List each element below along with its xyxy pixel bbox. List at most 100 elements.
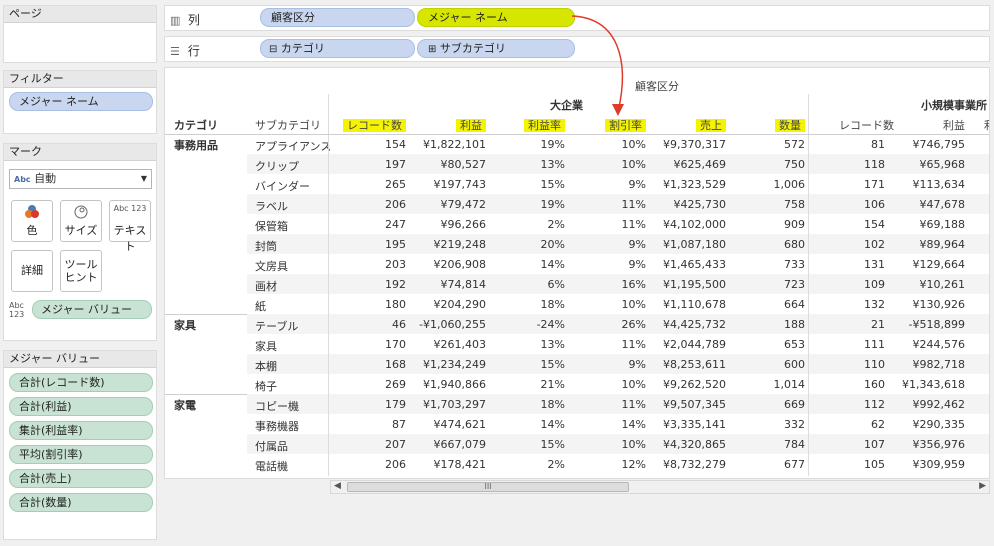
table-cell: ¥4,102,000 <box>663 218 726 231</box>
table-cell: 26% <box>621 318 646 331</box>
table-cell: 168 <box>385 358 406 371</box>
measure-header[interactable]: 利益 <box>456 117 486 133</box>
table-cell: 154 <box>385 138 406 151</box>
table-cell: ¥80,527 <box>440 158 487 171</box>
table-cell: ¥1,110,678 <box>663 298 726 311</box>
measure-header[interactable]: 数量 <box>775 117 805 133</box>
table-cell: 669 <box>784 398 805 411</box>
table-cell: 16% <box>621 278 646 291</box>
measure-pill[interactable]: 平均(割引率) <box>9 445 153 464</box>
table-cell: ¥8,732,279 <box>663 458 726 471</box>
column-pill-customer-segment[interactable]: 顧客区分 <box>260 8 415 27</box>
measure-header-label: 利益 <box>456 119 486 132</box>
table-cell: 10% <box>621 298 646 311</box>
table-cell: ¥667,079 <box>433 438 487 451</box>
table-cell: ¥113,634 <box>912 178 966 191</box>
text-icon: Abc 123 <box>113 204 147 213</box>
table-cell: 677 <box>784 458 805 471</box>
measure-pill[interactable]: 合計(レコード数) <box>9 373 153 392</box>
category-label: 事務用品 <box>174 139 218 152</box>
detail-button[interactable]: 詳細 <box>11 250 53 292</box>
table-cell: 18% <box>540 298 565 311</box>
measure-header[interactable]: 利 <box>949 117 989 133</box>
table-cell: 195 <box>385 238 406 251</box>
table-cell: 188 <box>784 318 805 331</box>
subcategory-label: 画材 <box>255 280 277 293</box>
subcategory-label: 事務機器 <box>255 420 299 433</box>
measure-pill[interactable]: 合計(売上) <box>9 469 153 488</box>
columns-label: 列 <box>187 13 200 27</box>
table-cell: 14% <box>540 258 565 271</box>
table-cell: ¥9,507,345 <box>663 398 726 411</box>
table-cell: 332 <box>784 418 805 431</box>
subcategory-label: 本棚 <box>255 360 277 373</box>
measure-header-label: 数量 <box>775 119 805 132</box>
table-cell: 664 <box>784 298 805 311</box>
table-cell: 13% <box>540 338 565 351</box>
scroll-right-arrow-icon[interactable]: ▶ <box>979 481 986 491</box>
table-cell: ¥129,664 <box>912 258 966 271</box>
table-cell: ¥219,248 <box>433 238 487 251</box>
filters-card: フィルター メジャー ネーム <box>3 70 157 134</box>
table-cell: ¥982,718 <box>912 358 966 371</box>
columns-shelf[interactable]: ▥ 列 顧客区分 メジャー ネーム <box>164 5 990 31</box>
expand-icon[interactable]: ⊞ <box>428 44 436 55</box>
table-cell: 11% <box>621 398 646 411</box>
table-cell: 10% <box>621 138 646 151</box>
row-pill-category[interactable]: ⊟ カテゴリ <box>260 39 415 58</box>
segment-header-small-business: 小規模事業所 <box>921 99 987 112</box>
mark-type-icon: Abc <box>14 175 31 184</box>
segment-header-enterprise: 大企業 <box>550 99 583 112</box>
table-cell: 653 <box>784 338 805 351</box>
table-cell: -¥1,060,255 <box>419 318 486 331</box>
table-cell: ¥746,795 <box>912 138 966 151</box>
table-cell: ¥992,462 <box>912 398 966 411</box>
collapse-icon[interactable]: ⊟ <box>269 44 277 55</box>
table-cell: 11% <box>621 218 646 231</box>
tooltip-button[interactable]: ツール ヒント <box>60 250 102 292</box>
category-label: 家具 <box>174 319 196 332</box>
subcategory-label: 家具 <box>255 340 277 353</box>
row-pill-subcategory[interactable]: ⊞ サブカテゴリ <box>417 39 575 58</box>
subcategory-label: 文房具 <box>255 260 288 273</box>
pages-card: ページ <box>3 5 157 63</box>
table-cell: 18% <box>540 398 565 411</box>
measure-header[interactable]: レコード数 <box>343 117 406 133</box>
measure-pill[interactable]: 合計(数量) <box>9 493 153 512</box>
table-cell: 10% <box>621 158 646 171</box>
size-button[interactable]: サイズ <box>60 200 102 242</box>
table-cell: ¥1,195,500 <box>663 278 726 291</box>
color-button[interactable]: 色 <box>11 200 53 242</box>
table-cell: 1,006 <box>773 178 806 191</box>
text-button[interactable]: Abc 123 テキスト <box>109 200 151 253</box>
rows-shelf[interactable]: ☰ 行 ⊟ カテゴリ ⊞ サブカテゴリ <box>164 36 990 62</box>
table-cell: ¥1,234,249 <box>423 358 486 371</box>
column-divider <box>808 94 809 476</box>
table-cell: ¥1,822,101 <box>423 138 486 151</box>
mark-pill-measure-values[interactable]: メジャー バリュー <box>32 300 152 319</box>
column-pill-measure-names[interactable]: メジャー ネーム <box>417 8 575 27</box>
measure-header[interactable]: 利益率 <box>524 117 565 133</box>
measure-pill[interactable]: 合計(利益) <box>9 397 153 416</box>
rows-label: 行 <box>187 44 200 58</box>
mark-type-dropdown[interactable]: Abc 自動 ▼ <box>9 169 152 189</box>
horizontal-scrollbar[interactable]: ◀ III ▶ <box>330 480 990 494</box>
filter-pill-measure-names[interactable]: メジャー ネーム <box>9 92 153 111</box>
table-cell: 14% <box>540 418 565 431</box>
table-cell: ¥204,290 <box>433 298 487 311</box>
measure-header[interactable]: 売上 <box>696 117 726 133</box>
measure-header-label: レコード数 <box>343 119 406 132</box>
table-cell: 680 <box>784 238 805 251</box>
table-cell: 15% <box>540 178 565 191</box>
measure-pill[interactable]: 集計(利益率) <box>9 421 153 440</box>
scrollbar-thumb[interactable]: III <box>347 482 629 492</box>
table-cell: 179 <box>385 398 406 411</box>
table-cell: 170 <box>385 338 406 351</box>
measure-header[interactable]: レコード数 <box>839 117 894 133</box>
subcategory-label: 椅子 <box>255 380 277 393</box>
measure-header[interactable]: 割引率 <box>605 117 646 133</box>
table-cell: 180 <box>385 298 406 311</box>
scroll-left-arrow-icon[interactable]: ◀ <box>334 481 341 491</box>
measure-values-mark-icon: Abc 123 <box>9 301 25 319</box>
subcategory-label: バインダー <box>255 180 310 193</box>
